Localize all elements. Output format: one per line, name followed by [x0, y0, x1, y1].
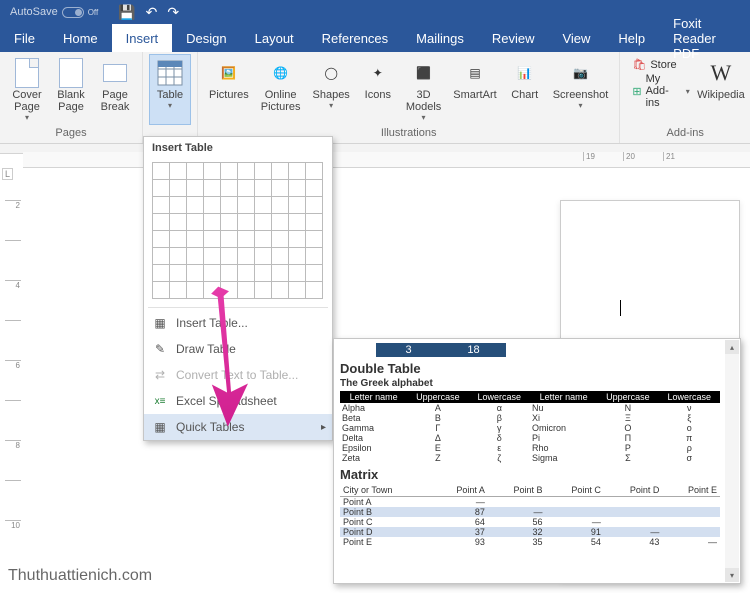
shapes-button[interactable]: ◯Shapes▾ [308, 54, 355, 125]
horizontal-ruler: 192021 [23, 152, 750, 168]
ribbon-tabs: File Home Insert Design Layout Reference… [0, 24, 750, 52]
pictures-button[interactable]: 🖼️Pictures [204, 54, 254, 125]
3d-models-button[interactable]: ⬛3D Models▾ [401, 54, 446, 125]
group-tables: Table▾ Tables [143, 52, 198, 143]
screenshot-button[interactable]: 📷Screenshot▾ [548, 54, 614, 125]
table-button[interactable]: Table▾ [149, 54, 191, 125]
chevron-right-icon: ▸ [321, 422, 326, 433]
save-icon[interactable]: 💾 [118, 4, 135, 21]
tab-references[interactable]: References [308, 24, 402, 52]
double-table-title: Double Table [340, 361, 734, 376]
tab-insert[interactable]: Insert [112, 24, 173, 52]
quick-access-toolbar: 💾 ↶ ↷ [118, 4, 179, 21]
tab-design[interactable]: Design [172, 24, 240, 52]
quick-tables-flyout: 318 Double Table The Greek alphabet Lett… [333, 338, 741, 584]
chevron-down-icon: ▾ [25, 113, 29, 122]
cube-icon: ⬛ [408, 57, 440, 89]
autosave-toggle[interactable]: AutoSave Off [10, 6, 98, 18]
tab-review[interactable]: Review [478, 24, 549, 52]
matrix-table[interactable]: City or TownPoint APoint BPoint CPoint D… [340, 484, 720, 547]
tab-selector[interactable]: L [2, 168, 13, 180]
convert-icon: ⇄ [152, 367, 168, 383]
quick-table-icon: ▦ [152, 419, 168, 435]
chevron-down-icon: ▾ [686, 87, 690, 96]
tab-file[interactable]: File [0, 24, 49, 52]
ribbon: Cover Page▾ Blank Page Page Break Pages … [0, 52, 750, 144]
double-table-sub: The Greek alphabet [340, 378, 734, 389]
vertical-ruler: 246810 [5, 200, 21, 553]
pencil-icon: ✎ [152, 341, 168, 357]
table-size-grid[interactable] [144, 159, 332, 305]
flyout-scrollbar[interactable]: ▴ ▾ [725, 340, 739, 582]
table-dropdown: Insert Table ▦Insert Table... ✎Draw Tabl… [143, 136, 333, 441]
scroll-up-icon[interactable]: ▴ [725, 340, 739, 354]
addin-icon: ⊞ [632, 85, 641, 98]
store-button[interactable]: 🛍Store [632, 58, 689, 71]
tab-home[interactable]: Home [49, 24, 112, 52]
picture-icon: 🖼️ [213, 57, 245, 89]
icons-icon: ✦ [362, 57, 394, 89]
camera-icon: 📷 [565, 57, 597, 89]
matrix-title: Matrix [340, 467, 734, 482]
tab-layout[interactable]: Layout [241, 24, 308, 52]
page-break-button[interactable]: Page Break [94, 54, 136, 125]
title-bar: AutoSave Off 💾 ↶ ↷ [0, 0, 750, 24]
group-pages: Cover Page▾ Blank Page Page Break Pages [0, 52, 143, 143]
autosave-state: Off [88, 8, 99, 17]
menu-quick-tables[interactable]: ▦Quick Tables▸ [144, 414, 332, 440]
store-icon: 🛍 [632, 58, 646, 71]
redo-icon[interactable]: ↷ [167, 4, 179, 21]
online-picture-icon: 🌐 [265, 57, 297, 89]
menu-convert-text: ⇄Convert Text to Table... [144, 362, 332, 388]
chart-button[interactable]: 📊Chart [504, 54, 546, 125]
grid-icon: ▦ [152, 315, 168, 331]
preview-calendar-row[interactable]: 318 [376, 343, 506, 357]
my-addins-button[interactable]: ⊞My Add-ins ▾ [632, 73, 689, 109]
menu-insert-table[interactable]: ▦Insert Table... [144, 310, 332, 336]
shapes-icon: ◯ [315, 57, 347, 89]
tab-foxit[interactable]: Foxit Reader PDF [659, 24, 750, 52]
smartart-icon: ▤ [459, 57, 491, 89]
group-label: Pages [6, 125, 136, 143]
undo-icon[interactable]: ↶ [146, 4, 158, 21]
chevron-down-icon: ▾ [422, 113, 426, 122]
toggle-icon [62, 7, 84, 18]
blank-page-button[interactable]: Blank Page [50, 54, 92, 125]
group-illustrations: 🖼️Pictures 🌐Online Pictures ◯Shapes▾ ✦Ic… [198, 52, 620, 143]
group-addins: 🛍Store ⊞My Add-ins ▾ WWikipedia Add-ins [620, 52, 750, 143]
tab-mailings[interactable]: Mailings [402, 24, 478, 52]
wikipedia-icon: W [705, 57, 737, 89]
wikipedia-button[interactable]: WWikipedia [698, 54, 744, 125]
autosave-label: AutoSave [10, 6, 58, 18]
menu-draw-table[interactable]: ✎Draw Table [144, 336, 332, 362]
watermark: Thuthuattienich.com [8, 567, 152, 585]
chevron-down-icon: ▾ [168, 101, 172, 110]
chart-icon: 📊 [509, 57, 541, 89]
greek-alphabet-table[interactable]: Letter nameUppercaseLowercaseLetter name… [340, 391, 720, 463]
table-icon [154, 57, 186, 89]
menu-excel-spreadsheet[interactable]: x≡Excel Spreadsheet [144, 388, 332, 414]
chevron-down-icon: ▾ [579, 101, 583, 110]
online-pictures-button[interactable]: 🌐Online Pictures [256, 54, 306, 125]
text-cursor [620, 300, 621, 316]
icons-button[interactable]: ✦Icons [357, 54, 399, 125]
group-label: Add-ins [626, 125, 744, 143]
smartart-button[interactable]: ▤SmartArt [448, 54, 501, 125]
excel-icon: x≡ [152, 393, 168, 409]
chevron-down-icon: ▾ [329, 101, 333, 110]
cover-page-button[interactable]: Cover Page▾ [6, 54, 48, 125]
tab-view[interactable]: View [548, 24, 604, 52]
insert-table-header: Insert Table [144, 137, 332, 159]
tab-help[interactable]: Help [604, 24, 659, 52]
scroll-down-icon[interactable]: ▾ [725, 568, 739, 582]
